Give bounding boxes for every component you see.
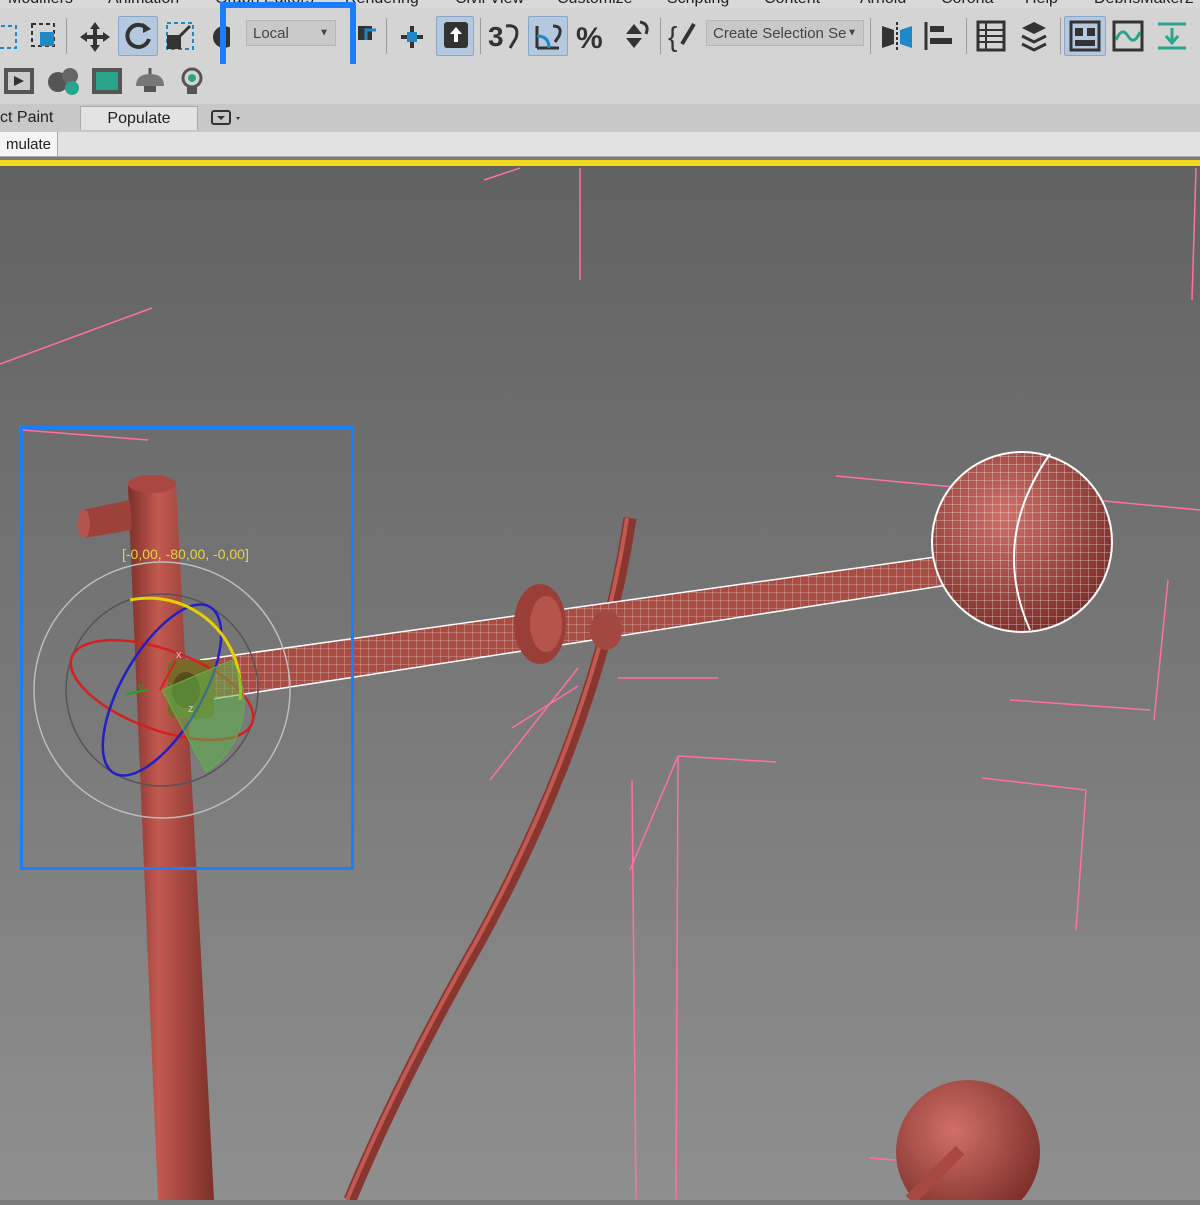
percent-snap-icon[interactable]: %: [572, 16, 612, 56]
select-region-icon[interactable]: [0, 18, 22, 54]
menu-content[interactable]: Content: [764, 0, 820, 8]
select-manipulate-icon[interactable]: [394, 18, 430, 56]
active-viewport-border: [0, 160, 1200, 166]
render-production-icon[interactable]: [130, 64, 170, 98]
menu-animation[interactable]: Animation: [108, 0, 179, 8]
select-rotate-icon[interactable]: [118, 16, 158, 56]
svg-text:{: {: [668, 21, 677, 52]
chevron-down-icon: ▼: [847, 27, 857, 39]
named-selection-placeholder: Create Selection Se: [713, 24, 847, 42]
spinner-snap-icon[interactable]: [614, 16, 654, 56]
scene-explorer-icon[interactable]: [972, 16, 1010, 56]
keyboard-shortcut-icon[interactable]: [436, 16, 474, 56]
svg-text:%: %: [576, 22, 603, 55]
render-setup-icon[interactable]: [0, 64, 38, 98]
layer-explorer-icon[interactable]: [1014, 16, 1054, 56]
snaps-toggle-icon[interactable]: 3: [486, 16, 526, 56]
use-pivot-icon[interactable]: [356, 18, 382, 56]
menu-corona[interactable]: Corona: [941, 0, 993, 8]
menu-help[interactable]: Help: [1025, 0, 1058, 8]
edit-named-selection-icon[interactable]: {: [666, 16, 702, 56]
align-icon[interactable]: [920, 16, 960, 56]
window-crossing-icon[interactable]: [26, 18, 62, 54]
render-frame-icon[interactable]: [88, 64, 126, 98]
panel-simulate[interactable]: mulate: [0, 132, 59, 156]
menu-debrismaker[interactable]: DebrisMaker2: [1094, 0, 1194, 8]
menu-modifiers[interactable]: Modifiers: [8, 0, 73, 8]
named-selection-dropdown[interactable]: Create Selection Se ▼: [706, 20, 864, 46]
rendered-frame-window-icon[interactable]: [44, 64, 84, 98]
select-move-icon[interactable]: [76, 18, 114, 56]
ribbon-options-icon[interactable]: [210, 108, 246, 128]
menu-rendering[interactable]: Rendering: [345, 0, 419, 8]
curve-editor-icon[interactable]: [1108, 16, 1148, 56]
annotation-selection-box: [20, 426, 354, 870]
menu-customize[interactable]: Customize: [557, 0, 633, 8]
menu-bar: Modifiers Animation Graph Editors Render…: [0, 0, 1200, 8]
tab-object-paint[interactable]: ct Paint: [0, 106, 70, 130]
ribbon-toggle-icon[interactable]: [1064, 16, 1106, 56]
active-shade-icon[interactable]: [174, 64, 210, 98]
select-scale-icon[interactable]: [162, 18, 200, 56]
schematic-view-icon[interactable]: [1152, 16, 1192, 56]
ribbon-panel-bar: [0, 132, 1200, 157]
menu-scripting[interactable]: Scripting: [667, 0, 729, 8]
angle-snap-icon[interactable]: [528, 16, 568, 56]
svg-text:3: 3: [488, 21, 504, 52]
tab-populate[interactable]: Populate: [80, 106, 198, 130]
menu-civil-view[interactable]: Civil View: [455, 0, 524, 8]
menu-arnold[interactable]: Arnold: [860, 0, 906, 8]
mirror-icon[interactable]: [878, 16, 916, 56]
